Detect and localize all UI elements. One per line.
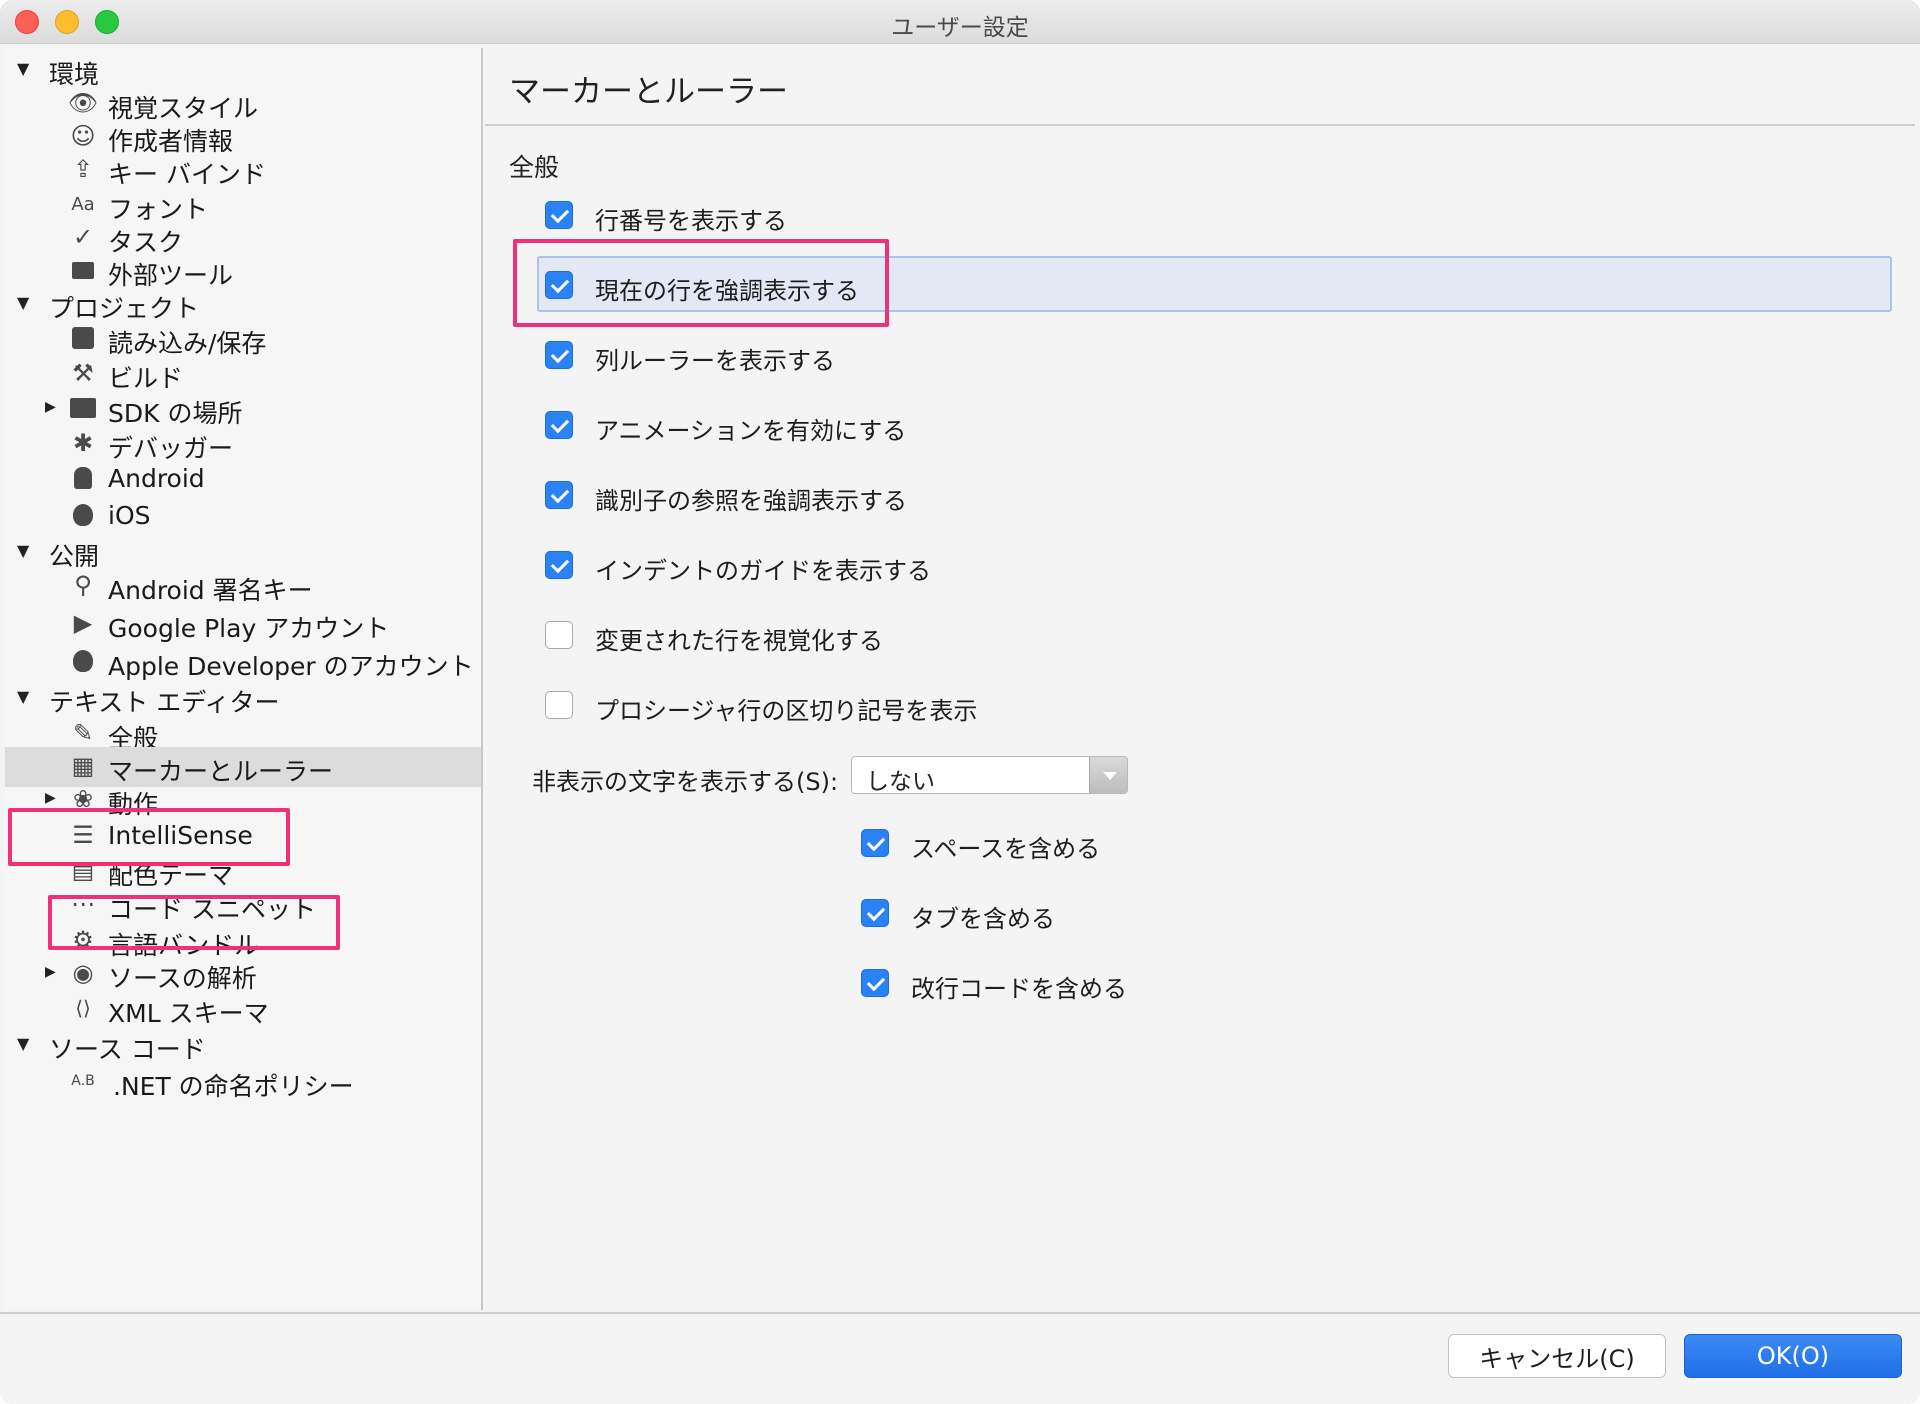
option-show-line-numbers[interactable]: 行番号を表示する	[545, 190, 1445, 240]
show-invisible-characters-select[interactable]: しない	[851, 756, 1128, 795]
checkbox-unchecked[interactable]	[545, 691, 573, 719]
checkbox-checked[interactable]	[545, 551, 573, 579]
disclosure-expanded-icon[interactable]: ▼	[17, 541, 29, 560]
sidebar-item-debugger[interactable]: ✱ デバッガー	[5, 424, 481, 464]
option-enable-animations[interactable]: アニメーションを有効にする	[545, 400, 1445, 450]
sidebar-item-load-save[interactable]: 読み込み/保存	[5, 319, 481, 359]
sidebar-item-xml-schemas[interactable]: ⟨⟩ XML スキーマ	[5, 989, 481, 1029]
checkmark-icon: ✓	[72, 223, 94, 251]
target-icon: ◉	[72, 959, 94, 987]
option-label: タブを含める	[911, 905, 1055, 933]
checkbox-checked[interactable]	[861, 829, 889, 857]
disclosure-expanded-icon[interactable]: ▼	[17, 687, 29, 706]
sidebar-group-text-editor[interactable]: ▼ テキスト エディター	[5, 678, 481, 718]
xml-icon: ⟨⟩	[75, 996, 91, 1020]
font-icon: Aa	[71, 193, 95, 215]
section-title: 全般	[509, 153, 560, 182]
pencil-icon: ✎	[72, 719, 94, 747]
sidebar-group-projects[interactable]: ▼ プロジェクト	[5, 284, 481, 324]
highlight-current-line-option	[513, 239, 889, 327]
sidebar-item-label: Android 署名キー	[108, 576, 313, 605]
smiley-icon: ☺	[70, 122, 96, 150]
sidebar-item-apple-developer-accounts[interactable]: Apple Developer のアカウント	[5, 642, 481, 682]
disclosure-expanded-icon[interactable]: ▼	[17, 59, 29, 78]
chevron-down-icon[interactable]	[1089, 757, 1127, 793]
apple-icon	[68, 646, 98, 676]
disclosure-expanded-icon[interactable]: ▼	[17, 293, 29, 312]
window-title: ユーザー設定	[891, 15, 1029, 41]
sidebar-item-google-play-accounts[interactable]: ▶ Google Play アカウント	[5, 604, 481, 644]
eye-icon: 👁	[67, 89, 99, 117]
option-show-indentation-guides[interactable]: インデントのガイドを表示する	[545, 540, 1445, 590]
option-label: 変更された行を視覚化する	[595, 627, 883, 655]
sidebar-item-source-analysis[interactable]: ▶ ◉ ソースの解析	[5, 954, 481, 994]
checkbox-checked[interactable]	[545, 201, 573, 229]
panel-header: マーカーとルーラー	[485, 48, 1915, 126]
terminal-icon	[68, 255, 98, 285]
option-include-tabs[interactable]: タブを含める	[861, 888, 1361, 938]
sidebar-item-android-signing-keys[interactable]: ⚲ Android 署名キー	[5, 566, 481, 606]
preferences-window: ユーザー設定 ▼ 環境 👁 視覚スタイル ☺ 作成者情報 ⇪ キー バインド A…	[0, 0, 1920, 1404]
option-highlight-identifier-references[interactable]: 識別子の参照を強調表示する	[545, 470, 1445, 520]
highlight-markers-and-rulers	[48, 895, 340, 950]
disclosure-collapsed-icon[interactable]: ▶	[45, 964, 56, 980]
grid-icon: ▦	[71, 752, 95, 780]
option-label: 改行コードを含める	[911, 975, 1127, 1003]
option-label: 識別子の参照を強調表示する	[595, 487, 907, 515]
checkbox-checked[interactable]	[861, 969, 889, 997]
option-show-procedure-line-separators[interactable]: プロシージャ行の区切り記号を表示	[545, 680, 1445, 730]
option-label: 行番号を表示する	[595, 207, 787, 235]
highlight-text-editor	[8, 808, 290, 866]
naming-icon: A.B	[71, 1073, 95, 1089]
sidebar-item-sdk-locations[interactable]: ▶ SDK の場所	[5, 389, 481, 429]
checkbox-unchecked[interactable]	[545, 621, 573, 649]
play-icon: ▶	[73, 609, 93, 637]
sidebar-item-dotnet-naming-policies[interactable]: A.B .NET の命名ポリシー	[5, 1062, 481, 1102]
option-label: プロシージャ行の区切り記号を表示	[595, 697, 978, 725]
option-visualize-changed-lines[interactable]: 変更された行を視覚化する	[545, 610, 1445, 660]
show-invisible-characters-label: 非表示の文字を表示する(S):	[532, 768, 839, 796]
option-label: アニメーションを有効にする	[595, 417, 907, 445]
sidebar-group-source-code[interactable]: ▼ ソース コード	[5, 1025, 481, 1065]
checkbox-checked[interactable]	[861, 899, 889, 927]
sidebar-item-key-bindings[interactable]: ⇪ キー バインド	[5, 150, 481, 190]
disclosure-expanded-icon[interactable]: ▼	[17, 1034, 29, 1053]
title-bar: ユーザー設定	[0, 0, 1920, 44]
sidebar-group-label: ソース コード	[49, 1035, 206, 1064]
option-label: スペースを含める	[911, 835, 1101, 863]
checkbox-checked[interactable]	[545, 341, 573, 369]
page-title: マーカーとルーラー	[509, 74, 788, 110]
bug-icon: ✱	[72, 429, 94, 457]
sidebar-item-ios[interactable]: iOS	[5, 496, 481, 536]
sidebar-item-label: iOS	[108, 501, 151, 530]
key-icon: ⚲	[74, 571, 92, 599]
sidebar-tree: ▼ 環境 👁 視覚スタイル ☺ 作成者情報 ⇪ キー バインド Aa フォント …	[5, 48, 483, 1310]
ok-button[interactable]: OK(O)	[1684, 1334, 1902, 1378]
option-label: 列ルーラーを表示する	[595, 347, 835, 375]
sidebar-item-label: Google Play アカウント	[108, 614, 390, 643]
folder-icon	[68, 393, 98, 423]
checkbox-checked[interactable]	[545, 481, 573, 509]
sidebar-item-build[interactable]: ⚒ ビルド	[5, 354, 481, 394]
sidebar-item-label: .NET の命名ポリシー	[113, 1072, 354, 1101]
sidebar-item-label: Android	[108, 464, 205, 493]
select-value: しない	[866, 769, 935, 795]
option-label: インデントのガイドを表示する	[595, 557, 931, 585]
sidebar-item-android[interactable]: Android	[5, 459, 481, 499]
checkbox-checked[interactable]	[545, 411, 573, 439]
option-include-spaces[interactable]: スペースを含める	[861, 818, 1361, 868]
apple-icon	[68, 500, 98, 530]
android-icon	[68, 463, 98, 493]
keyboard-icon: ⇪	[72, 155, 94, 183]
option-show-column-ruler[interactable]: 列ルーラーを表示する	[545, 330, 1445, 380]
cancel-button[interactable]: キャンセル(C)	[1448, 1334, 1666, 1378]
hammer-icon: ⚒	[72, 359, 94, 387]
disclosure-collapsed-icon[interactable]: ▶	[45, 790, 56, 806]
disk-icon	[68, 323, 98, 353]
option-include-line-endings[interactable]: 改行コードを含める	[861, 958, 1361, 1008]
disclosure-collapsed-icon[interactable]: ▶	[45, 399, 56, 415]
